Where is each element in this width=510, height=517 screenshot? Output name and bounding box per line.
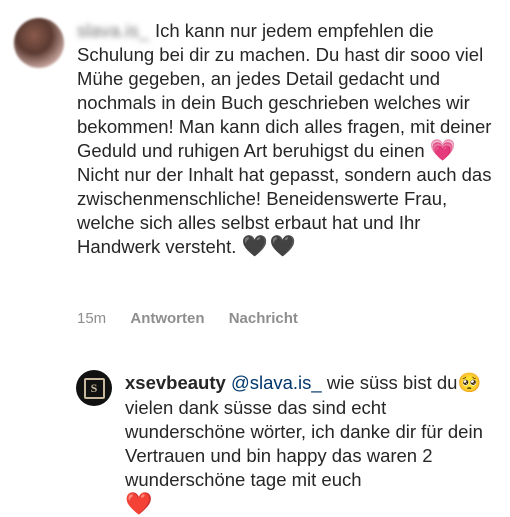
pink-heart-emoji: 💗: [429, 139, 456, 162]
reply-text-a: wie süss bist du: [326, 372, 458, 393]
reply-username[interactable]: xsevbeauty: [125, 372, 226, 393]
black-hearts-emoji: 🖤🖤: [241, 235, 298, 258]
avatar[interactable]: [14, 18, 64, 68]
reply-button[interactable]: Antworten: [130, 310, 204, 327]
mention-link[interactable]: @slava.is_: [231, 372, 322, 393]
comment-meta: 15m Antworten Nachricht: [77, 310, 318, 327]
reply-body: xsevbeauty @slava.is_ wie süss bist du🥺 …: [125, 371, 485, 517]
pleading-face-emoji: 🥺: [457, 373, 482, 394]
message-button[interactable]: Nachricht: [229, 310, 298, 327]
brand-logo-icon: S: [83, 377, 105, 399]
comment-username[interactable]: slava.is_: [77, 19, 149, 43]
red-heart-emoji: ❤️: [125, 491, 153, 516]
avatar[interactable]: S: [76, 370, 112, 406]
reply-text-b: vielen dank süsse das sind echt wundersc…: [125, 397, 483, 490]
comment-body: slava.is_ Ich kann nur jedem empfehlen di…: [77, 19, 492, 259]
comment-time: 15m: [77, 310, 107, 327]
